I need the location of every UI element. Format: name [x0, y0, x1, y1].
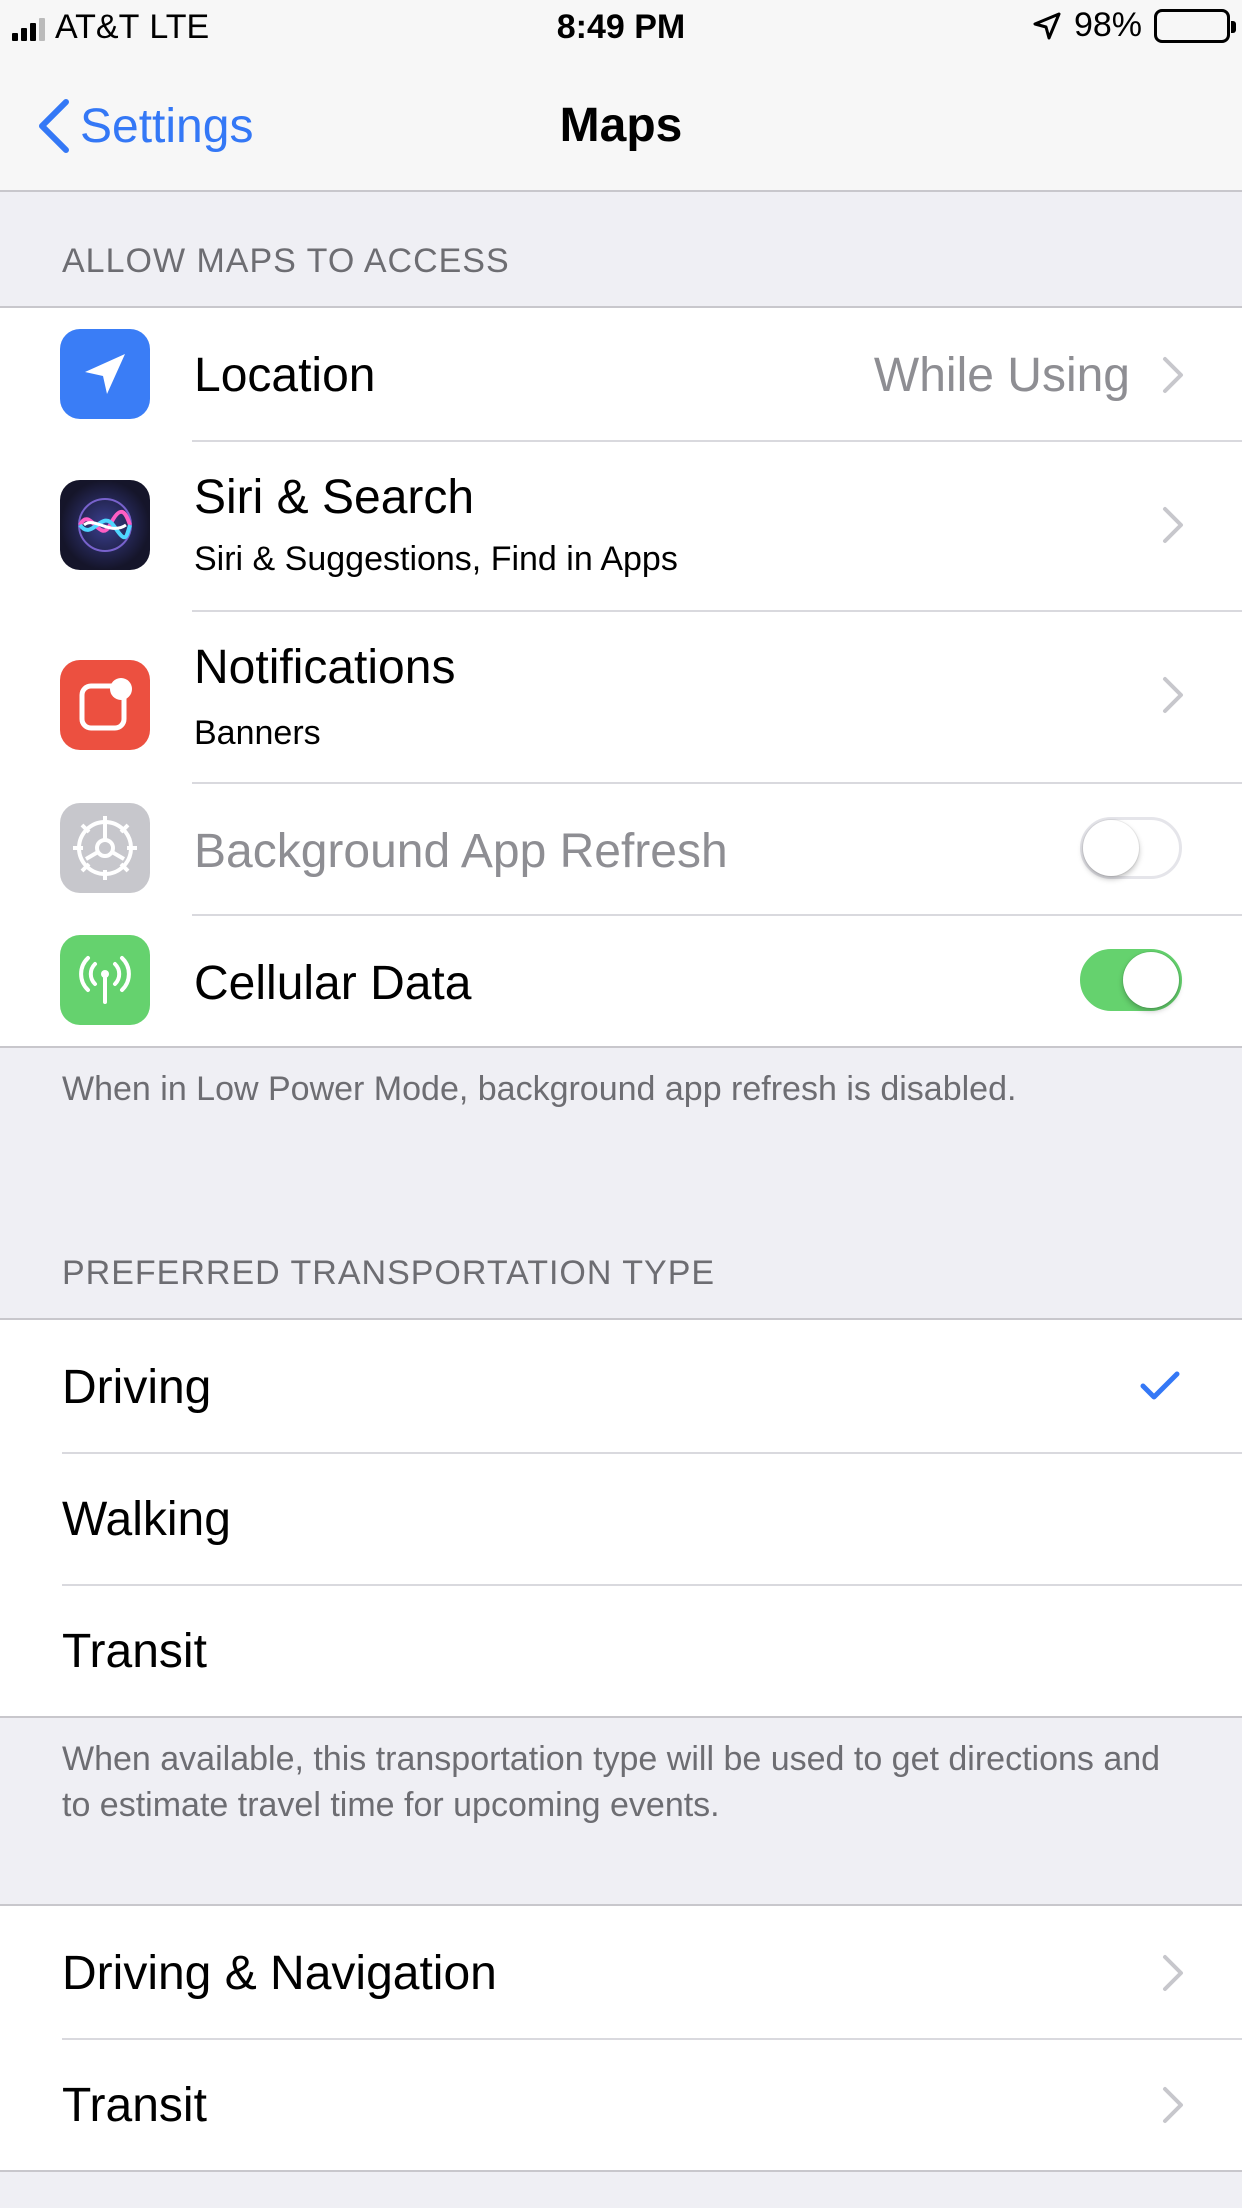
page-title: Maps	[559, 99, 683, 152]
transit-settings-row[interactable]: Transit	[0, 2038, 1242, 2170]
more-group: Driving & Navigation Transit	[0, 1904, 1242, 2172]
battery-percent: 98%	[1073, 6, 1142, 44]
driving-navigation-label: Driving & Navigation	[62, 1947, 497, 2000]
checkmark-icon	[1140, 1371, 1180, 1400]
notifications-row[interactable]: Notifications Banners	[0, 610, 1242, 782]
transit-settings-label: Transit	[62, 2079, 207, 2132]
chevron-right-icon	[1163, 357, 1183, 393]
cellular-data-label: Cellular Data	[194, 957, 472, 1010]
gear-icon	[60, 803, 150, 893]
cellular-data-switch[interactable]	[1080, 949, 1182, 1011]
siri-search-subtitle: Siri & Suggestions, Find in Apps	[194, 540, 678, 578]
transport-footer: When available, this transportation type…	[62, 1740, 1161, 1824]
background-refresh-label: Background App Refresh	[194, 825, 728, 878]
location-services-icon	[1033, 12, 1061, 39]
driving-label: Driving	[62, 1361, 212, 1414]
notifications-label: Notifications	[194, 641, 456, 694]
transport-option-driving[interactable]: Driving	[0, 1320, 1242, 1452]
chevron-right-icon	[1163, 1955, 1183, 1991]
chevron-right-icon	[1163, 507, 1183, 543]
chevron-right-icon	[1163, 2087, 1183, 2123]
siri-icon	[60, 480, 150, 570]
section-header-transport: PREFERRED TRANSPORTATION TYPE	[62, 1254, 716, 1292]
navigation-bar: Settings Maps	[0, 56, 1242, 192]
driving-navigation-row[interactable]: Driving & Navigation	[0, 1906, 1242, 2038]
status-right: 98%	[1032, 6, 1236, 45]
location-value: While Using	[873, 349, 1130, 402]
notifications-subtitle: Banners	[194, 714, 321, 752]
low-power-footer: When in Low Power Mode, background app r…	[62, 1070, 1017, 1108]
notifications-icon	[60, 660, 150, 750]
background-refresh-row: Background App Refresh	[0, 782, 1242, 914]
cellular-data-row: Cellular Data	[0, 914, 1242, 1046]
background-refresh-switch[interactable]	[1080, 817, 1182, 879]
walking-label: Walking	[62, 1493, 231, 1546]
transport-group: Driving Walking Transit	[0, 1318, 1242, 1718]
transport-option-walking[interactable]: Walking	[0, 1452, 1242, 1584]
location-label: Location	[194, 349, 376, 402]
chevron-right-icon	[1163, 677, 1183, 713]
status-bar: AT&T LTE 8:49 PM 98%	[0, 0, 1242, 56]
access-group: Location While Using Siri & Search Siri …	[0, 306, 1242, 1048]
transport-option-transit[interactable]: Transit	[0, 1584, 1242, 1716]
location-arrow-icon	[60, 329, 150, 419]
siri-search-label: Siri & Search	[194, 471, 475, 524]
section-header-access: ALLOW MAPS TO ACCESS	[62, 242, 510, 280]
location-row[interactable]: Location While Using	[0, 308, 1242, 440]
transit-label: Transit	[62, 1625, 207, 1678]
switch-knob	[1123, 952, 1179, 1008]
siri-search-row[interactable]: Siri & Search Siri & Suggestions, Find i…	[0, 440, 1242, 610]
cellular-antenna-icon	[60, 935, 150, 1025]
battery-icon	[1154, 8, 1236, 43]
switch-knob	[1083, 820, 1139, 876]
